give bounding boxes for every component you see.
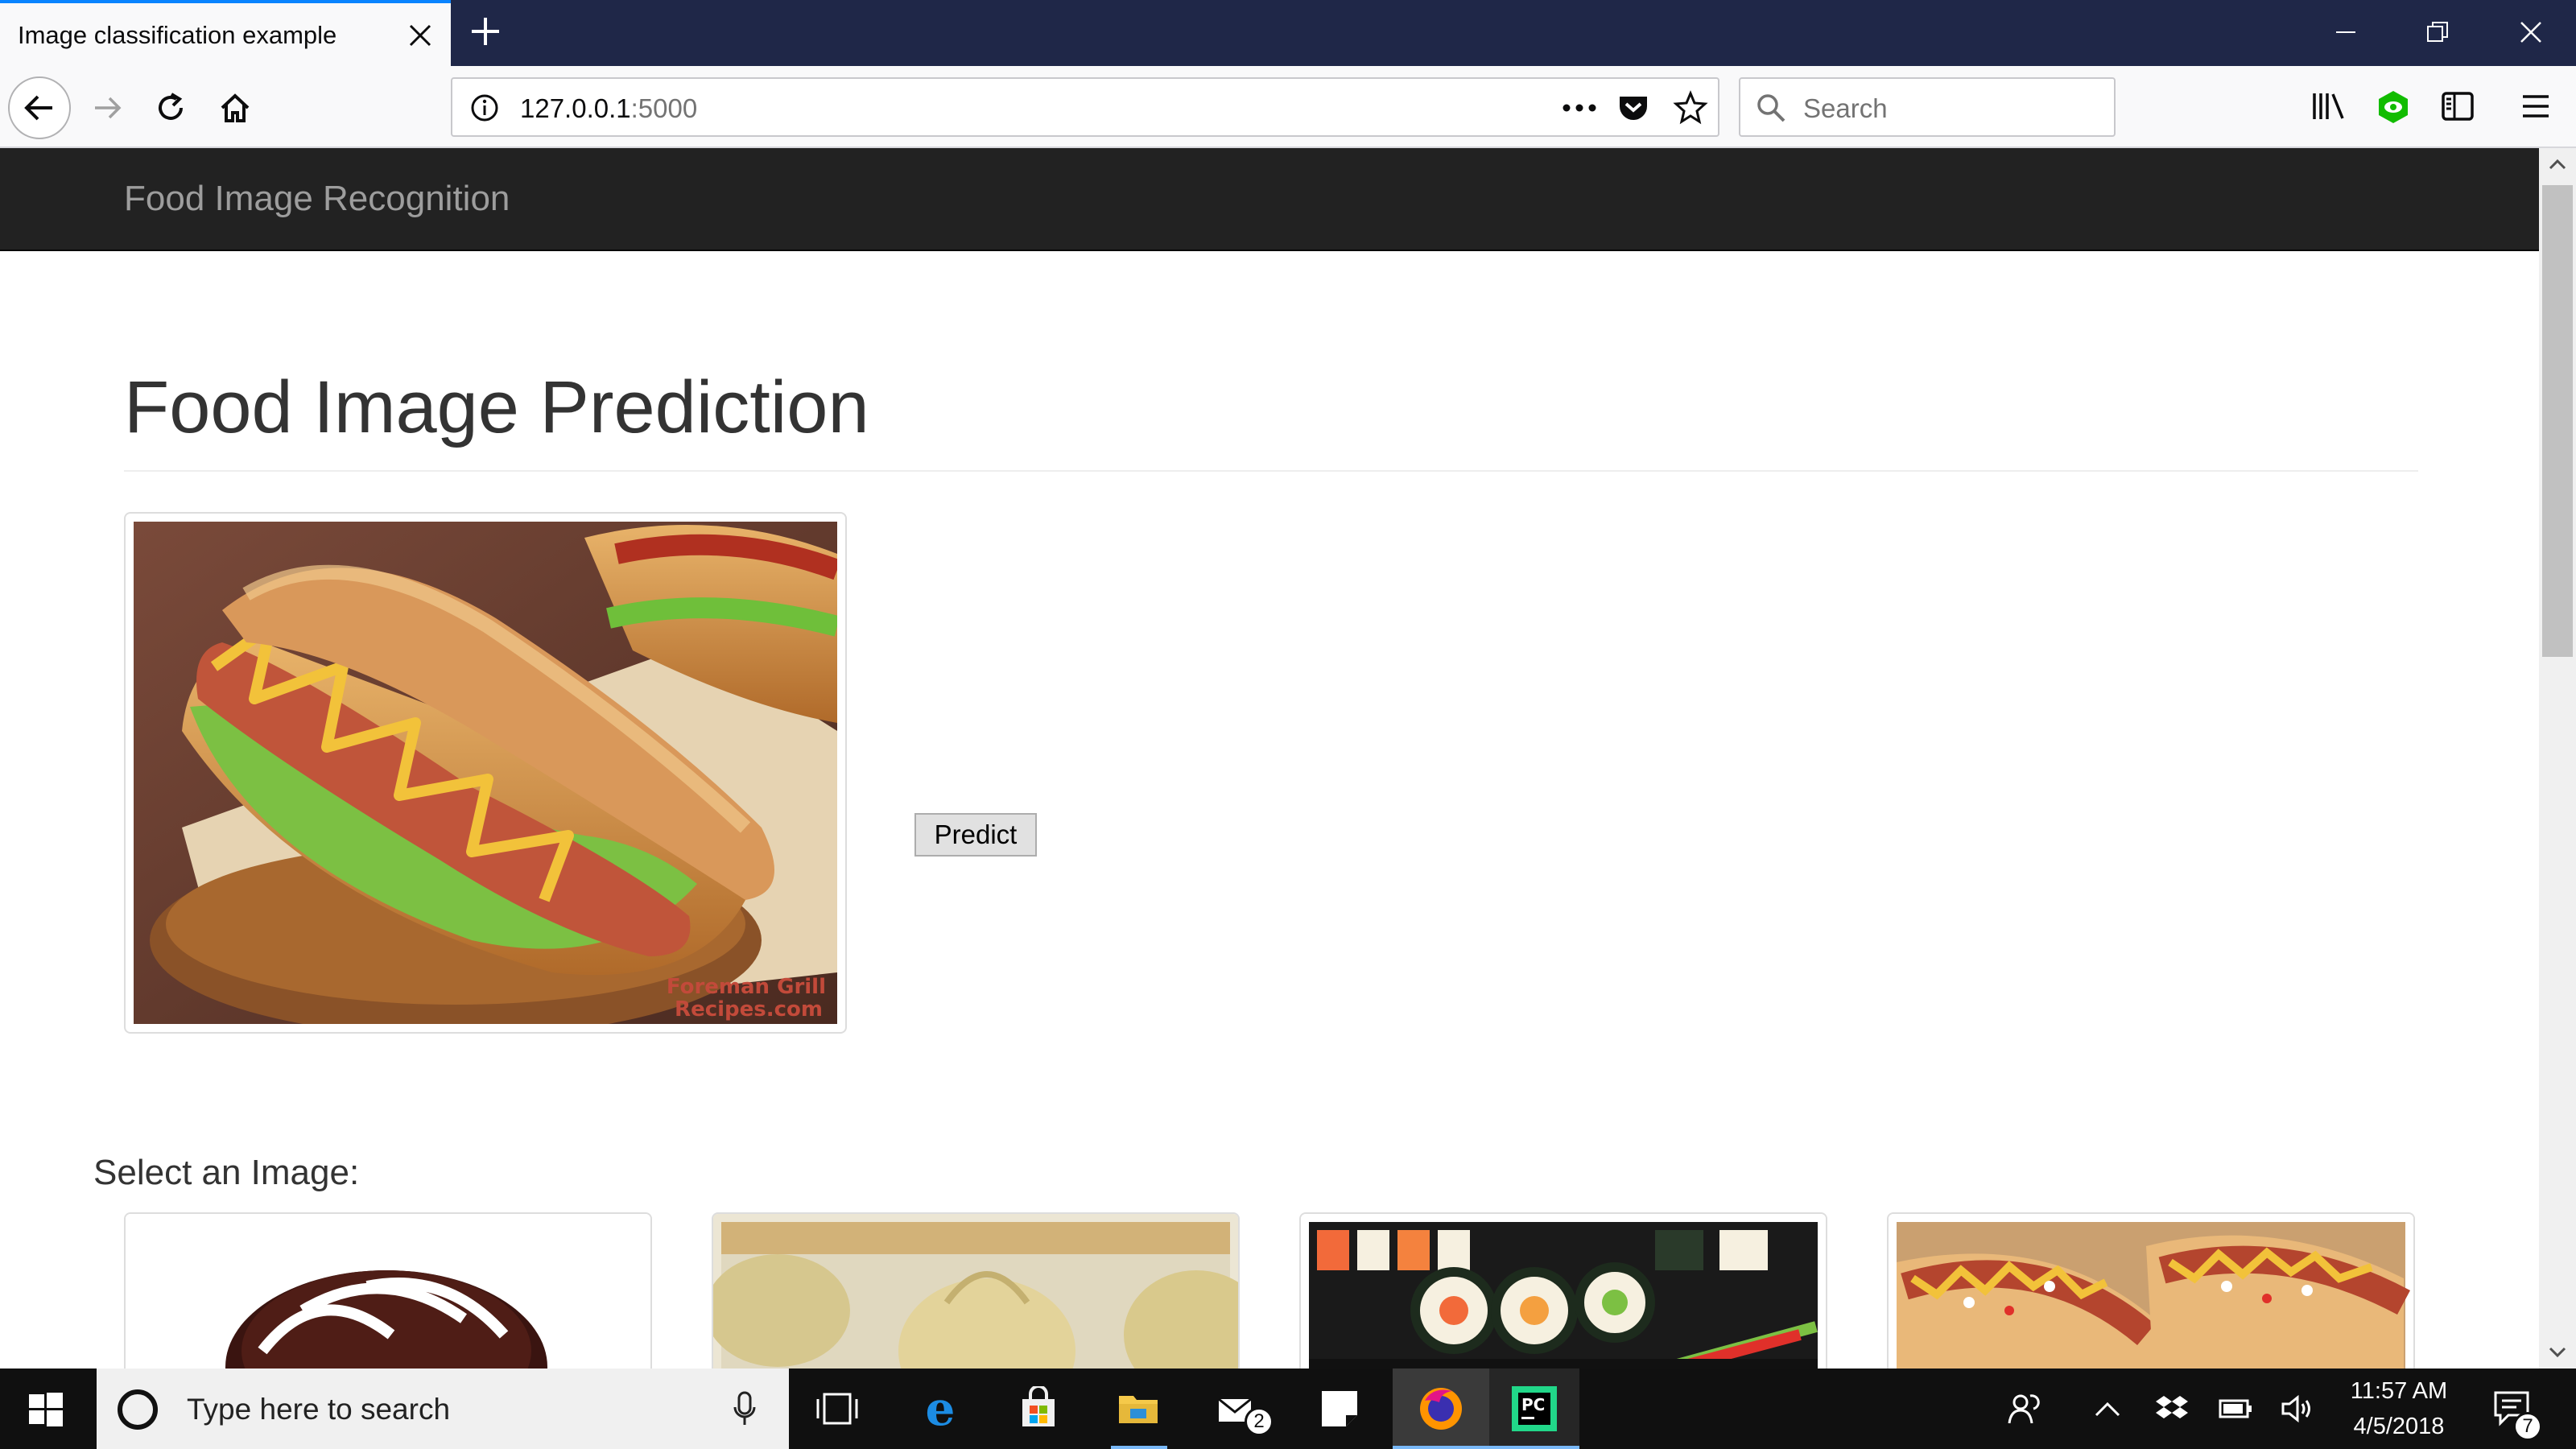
page-title: Food Image Prediction	[124, 366, 869, 448]
firefox-icon	[1420, 1388, 1462, 1430]
task-view-icon[interactable]	[815, 1386, 860, 1431]
sidebar-icon[interactable]	[2441, 90, 2475, 122]
url-text[interactable]: 127.0.0.1:5000	[520, 93, 697, 124]
hot-dogs-image	[1889, 1214, 2413, 1368]
chevron-up-icon[interactable]	[2093, 1397, 2122, 1420]
taskbar-search-placeholder: Type here to search	[187, 1393, 451, 1426]
svg-text:e: e	[926, 1386, 956, 1431]
image-option-donut[interactable]	[124, 1212, 652, 1368]
donut-image	[126, 1214, 650, 1368]
home-icon	[221, 93, 250, 122]
browser-tab[interactable]: Image classification example	[0, 0, 451, 66]
mail-badge: 2	[1245, 1407, 1274, 1436]
pocket-icon[interactable]	[1616, 92, 1650, 126]
library-icon[interactable]	[2310, 90, 2347, 122]
back-arrow-icon	[24, 95, 52, 121]
bookmark-star-icon[interactable]	[1673, 90, 1708, 126]
firefox-taskbar-button[interactable]	[1393, 1368, 1489, 1449]
store-icon[interactable]	[1016, 1386, 1061, 1431]
menu-icon[interactable]	[2520, 92, 2552, 121]
pycharm-taskbar-button[interactable]: PC	[1489, 1368, 1579, 1449]
page-actions-icon[interactable]	[1560, 98, 1599, 118]
firefox-running-indicator	[1393, 1446, 1489, 1449]
pycharm-icon: PC	[1512, 1386, 1557, 1431]
tab-strip: Image classification example	[0, 0, 2576, 66]
hot-dog-image: Foreman Grill Recipes.com	[134, 522, 837, 1024]
home-button[interactable]	[214, 87, 256, 129]
windows-start-icon[interactable]	[29, 1393, 63, 1426]
site-navbar: Food Image Recognition	[0, 148, 2539, 251]
edge-browser-icon[interactable]: e	[918, 1386, 963, 1431]
taskbar-search-box[interactable]: Type here to search	[97, 1368, 789, 1449]
url-host: 127.0.0.1	[520, 93, 631, 123]
close-tab-icon[interactable]	[407, 23, 433, 48]
microphone-icon[interactable]	[733, 1391, 757, 1426]
image-option-sushi[interactable]	[1299, 1212, 1827, 1368]
reload-button[interactable]	[150, 87, 192, 129]
browser-toolbar: 127.0.0.1:5000 Search	[0, 66, 2576, 148]
watermark-line-2: Recipes.com	[675, 997, 823, 1022]
window-close-icon[interactable]	[2516, 18, 2545, 47]
site-brand[interactable]: Food Image Recognition	[124, 179, 510, 219]
scroll-up-icon[interactable]	[2548, 158, 2567, 171]
search-icon	[1757, 94, 1785, 122]
search-bar[interactable]: Search	[1739, 77, 2116, 137]
extension-icon[interactable]	[2375, 89, 2412, 126]
image-option-hot-dogs[interactable]	[1887, 1212, 2415, 1368]
cortana-icon	[118, 1389, 158, 1430]
tab-title: Image classification example	[18, 21, 337, 49]
back-button[interactable]	[8, 76, 71, 139]
page-scrollbar[interactable]	[2539, 148, 2576, 1368]
file-explorer-icon[interactable]	[1116, 1386, 1161, 1431]
reload-icon	[159, 93, 183, 120]
clock-time[interactable]: 11:57 AM	[2334, 1378, 2463, 1405]
selected-image-thumbnail: Foreman Grill Recipes.com	[124, 512, 847, 1034]
url-port: :5000	[630, 93, 698, 123]
volume-icon[interactable]	[2281, 1394, 2317, 1423]
dropbox-icon[interactable]	[2156, 1394, 2188, 1423]
search-placeholder: Search	[1803, 93, 1888, 123]
select-image-label: Select an Image:	[93, 1153, 360, 1192]
svg-text:PC: PC	[1521, 1395, 1545, 1414]
windows-taskbar: Type here to search e 2 PC 11:57 AM 4/5/…	[0, 1368, 2576, 1449]
watermark-line-1: Foreman Grill	[667, 975, 826, 999]
new-tab-icon[interactable]	[467, 13, 504, 50]
predict-button[interactable]: Predict	[914, 813, 1037, 857]
info-icon[interactable]	[470, 93, 499, 122]
image-option-dumplings[interactable]	[712, 1212, 1240, 1368]
notification-badge: 7	[2513, 1412, 2542, 1441]
people-icon[interactable]	[2006, 1391, 2041, 1426]
page-header: Food Image Prediction	[124, 365, 2418, 472]
pycharm-running-indicator	[1489, 1446, 1579, 1449]
page-content: Food Image Recognition Food Image Predic…	[0, 148, 2539, 1368]
scroll-thumb[interactable]	[2542, 185, 2573, 657]
explorer-running-indicator	[1111, 1446, 1167, 1449]
sticky-notes-icon[interactable]	[1317, 1386, 1362, 1431]
scroll-down-icon[interactable]	[2548, 1346, 2567, 1359]
clock-date[interactable]: 4/5/2018	[2334, 1414, 2463, 1440]
forward-button[interactable]	[87, 87, 129, 129]
restore-icon[interactable]	[2423, 18, 2452, 47]
url-bar[interactable]: 127.0.0.1:5000	[451, 77, 1719, 137]
battery-icon[interactable]	[2219, 1396, 2254, 1422]
sushi-image	[1301, 1214, 1826, 1368]
dumplings-image	[713, 1214, 1238, 1368]
minimize-icon[interactable]	[2331, 18, 2360, 47]
forward-arrow-icon	[95, 97, 122, 119]
